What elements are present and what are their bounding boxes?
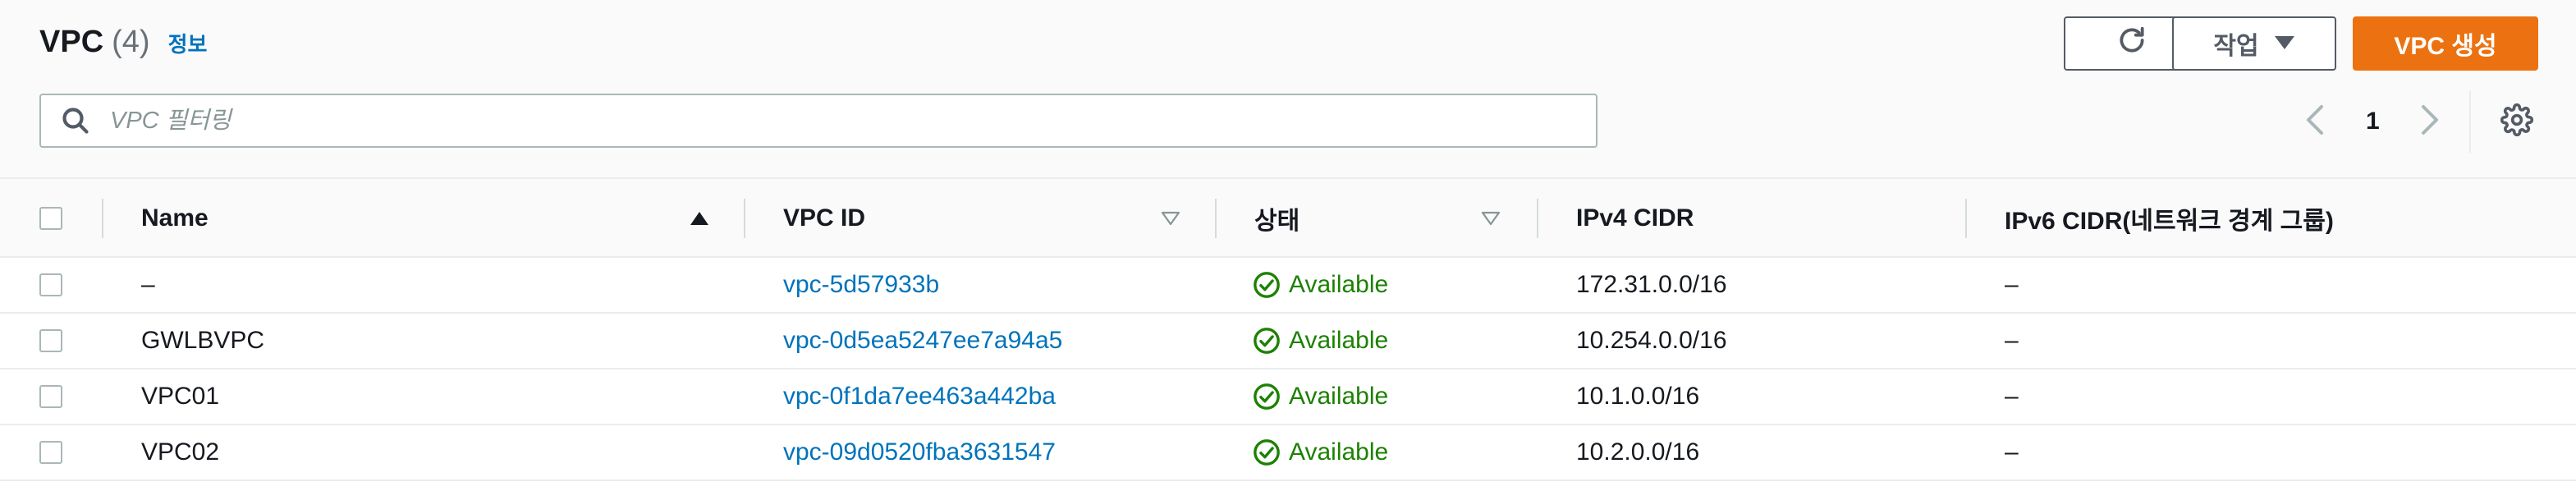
ipv6-cidr: – <box>2005 327 2019 354</box>
row-checkbox[interactable] <box>39 329 62 352</box>
column-divider <box>1537 199 1538 238</box>
status-text: Available <box>1289 327 1389 354</box>
table-row[interactable]: VPC02 vpc-09d0520fba3631547 Available 10.2.… <box>0 425 2576 481</box>
status-text: Available <box>1289 383 1389 410</box>
sort-icon[interactable] <box>1481 179 1501 258</box>
table-row[interactable]: GWLBVPC vpc-0d5ea5247ee7a94a5 Available 10.… <box>0 314 2576 369</box>
row-select-cell <box>39 425 62 480</box>
table-column-header-row: Name VPC ID 상태 IPv4 CIDR IPv6 CIDR(네트워크 … <box>0 177 2576 258</box>
status-badge: Available <box>1253 258 1388 312</box>
status-text: Available <box>1289 271 1389 298</box>
preferences-button[interactable] <box>2500 97 2534 146</box>
check-circle-icon <box>1253 327 1281 355</box>
refresh-icon <box>2116 25 2147 62</box>
row-select-cell <box>39 258 62 312</box>
gear-icon <box>2500 103 2534 140</box>
select-all-cell <box>39 179 62 258</box>
previous-page-button[interactable] <box>2303 97 2326 146</box>
row-checkbox[interactable] <box>39 441 62 464</box>
create-vpc-button[interactable]: VPC 생성 <box>2353 16 2538 71</box>
check-circle-icon <box>1253 438 1281 466</box>
column-header-name[interactable]: Name <box>141 179 209 258</box>
column-header-ipv6-cidr[interactable]: IPv6 CIDR(네트워크 경계 그룹) <box>2005 179 2334 258</box>
chevron-right-icon <box>2418 103 2441 140</box>
ipv6-cidr: – <box>2005 383 2019 410</box>
row-checkbox[interactable] <box>39 385 62 408</box>
sort-icon[interactable] <box>1161 179 1180 258</box>
ipv4-cidr: 10.1.0.0/16 <box>1576 383 1700 410</box>
status-badge: Available <box>1253 425 1388 480</box>
column-header-state[interactable]: 상태 <box>1254 179 1299 258</box>
ipv4-cidr: 10.254.0.0/16 <box>1576 327 1727 354</box>
check-circle-icon <box>1253 271 1281 299</box>
ipv4-cidr: 172.31.0.0/16 <box>1576 271 1727 298</box>
vpc-filter-box <box>39 94 1597 148</box>
row-select-cell <box>39 369 62 424</box>
current-page-number[interactable]: 1 <box>2366 97 2380 146</box>
search-icon <box>61 106 90 135</box>
vpc-id-link[interactable]: vpc-09d0520fba3631547 <box>783 425 1056 480</box>
chevron-left-icon <box>2303 103 2326 140</box>
table-row[interactable]: VPC01 vpc-0f1da7ee463a442ba Available 10.1.… <box>0 369 2576 425</box>
row-checkbox[interactable] <box>39 273 62 296</box>
column-header-ipv4-cidr[interactable]: IPv4 CIDR <box>1576 179 1694 258</box>
ipv6-cidr: – <box>2005 271 2019 298</box>
vpc-name: VPC01 <box>141 383 220 410</box>
select-all-checkbox[interactable] <box>39 207 62 230</box>
vpc-id-link[interactable]: vpc-0d5ea5247ee7a94a5 <box>783 314 1062 368</box>
column-header-vpc-id[interactable]: VPC ID <box>783 179 865 258</box>
column-divider <box>1215 199 1217 238</box>
status-badge: Available <box>1253 369 1388 424</box>
check-circle-icon <box>1253 383 1281 411</box>
column-divider <box>744 199 745 238</box>
table-row[interactable]: – vpc-5d57933b Available 172.31.0.0/16 – <box>0 258 2576 314</box>
caret-down-icon <box>2274 30 2295 57</box>
vpc-id-link[interactable]: vpc-0f1da7ee463a442ba <box>783 369 1056 424</box>
vpc-name: VPC02 <box>141 438 220 466</box>
row-select-cell <box>39 314 62 368</box>
vpc-count: (4) <box>112 25 150 59</box>
info-link[interactable]: 정보 <box>168 28 208 58</box>
column-divider <box>1965 199 1967 238</box>
sort-ascending-icon[interactable] <box>690 179 709 258</box>
vpc-id-link[interactable]: vpc-5d57933b <box>783 258 939 312</box>
status-text: Available <box>1289 438 1389 466</box>
ipv6-cidr: – <box>2005 438 2019 466</box>
search-input[interactable] <box>108 106 1556 135</box>
column-divider <box>102 199 103 238</box>
table-header-area: VPC (4) 정보 작업 VPC 생성 VPC 필터링 1 <box>0 0 2576 177</box>
page-title-group: VPC (4) 정보 <box>39 25 207 66</box>
actions-button[interactable]: 작업 <box>2172 16 2336 71</box>
status-badge: Available <box>1253 314 1388 368</box>
pager-divider <box>2469 90 2471 153</box>
page-title: VPC <box>39 25 104 59</box>
ipv4-cidr: 10.2.0.0/16 <box>1576 438 1700 466</box>
next-page-button[interactable] <box>2418 97 2441 146</box>
vpc-name: – <box>141 271 155 298</box>
actions-label: 작업 <box>2213 33 2259 60</box>
vpc-table-panel: VPC (4) 정보 작업 VPC 생성 VPC 필터링 1 Name VPC … <box>0 0 2576 491</box>
vpc-name: GWLBVPC <box>141 327 265 354</box>
